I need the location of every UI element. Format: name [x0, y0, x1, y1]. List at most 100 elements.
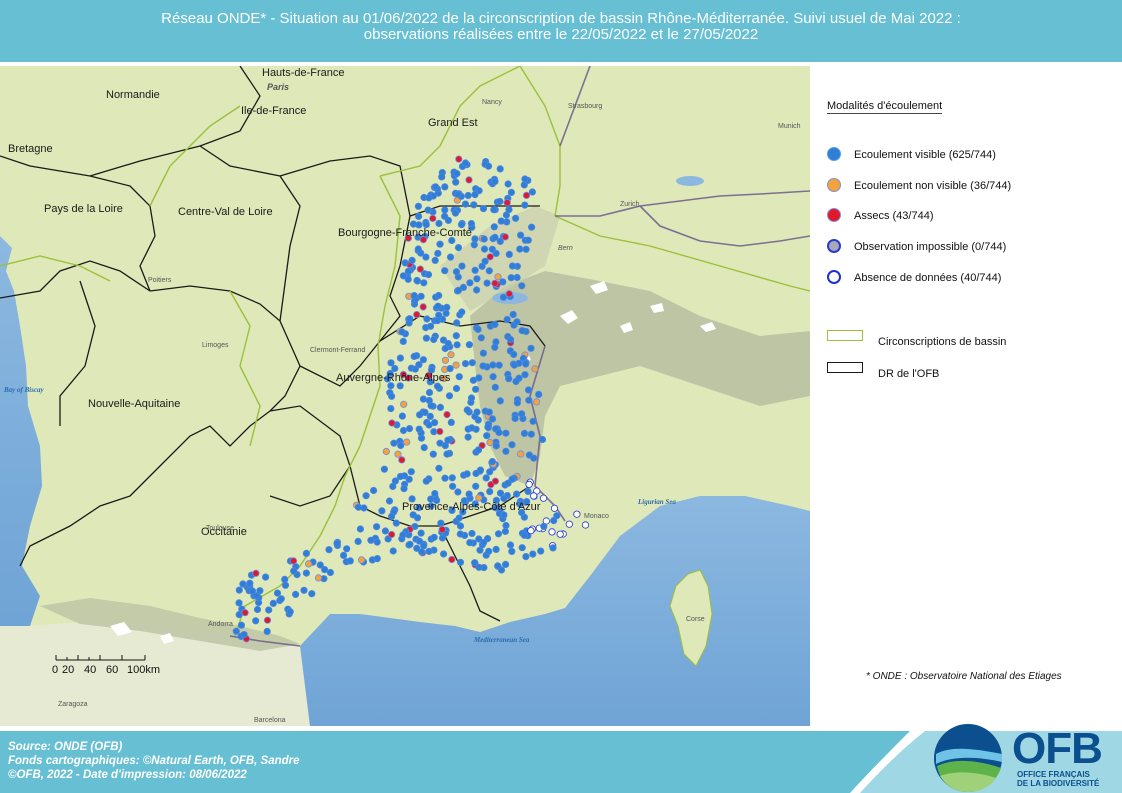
station-point [517, 410, 526, 418]
station-point [510, 361, 519, 369]
station-point [485, 267, 493, 275]
station-point [456, 530, 464, 538]
station-point [479, 349, 487, 357]
station-point [443, 450, 451, 458]
station-point [399, 426, 408, 435]
station-point [443, 303, 451, 311]
station-point [512, 377, 520, 386]
station-point [400, 400, 408, 408]
sea-label: Mediterranean Sea [473, 636, 530, 644]
station-point [454, 190, 462, 198]
station-point [494, 273, 502, 281]
map-canvas[interactable]: Hauts-de-France Normandie Ile-de-France … [0, 66, 810, 726]
station-point [441, 474, 449, 482]
station-point [477, 334, 485, 342]
station-point [436, 427, 444, 436]
station-point [290, 567, 298, 575]
station-point [503, 315, 511, 324]
station-point [510, 350, 518, 358]
station-point [524, 236, 532, 244]
station-point [373, 538, 381, 546]
station-point [362, 492, 370, 500]
region-label: Nouvelle-Aquitaine [88, 398, 180, 410]
station-point [430, 428, 438, 436]
station-point [429, 214, 437, 222]
station-point [448, 474, 456, 482]
station-point [367, 536, 375, 544]
station-point [471, 191, 479, 199]
station-point [516, 450, 525, 458]
station-point [494, 530, 503, 538]
station-point [522, 245, 530, 253]
grey-circle-icon [827, 239, 841, 253]
station-point [499, 278, 507, 286]
region-label: Bourgogne-Franche-Comté [338, 227, 472, 239]
station-point [490, 223, 498, 231]
station-point [434, 249, 442, 257]
station-point [413, 311, 421, 319]
station-point [403, 438, 411, 446]
station-point [380, 465, 388, 473]
station-point [429, 450, 437, 458]
station-point [286, 608, 294, 616]
station-point [501, 527, 509, 535]
station-point [513, 318, 521, 326]
region-label: Pays de la Loire [44, 203, 123, 215]
station-point [401, 259, 409, 267]
station-point [474, 325, 482, 333]
station-point [405, 475, 413, 483]
source-text: Source: ONDE (OFB) [8, 741, 123, 753]
city-label: Munich [778, 123, 801, 130]
station-point [471, 385, 480, 393]
corse-label: Corse [686, 616, 705, 623]
station-point [538, 435, 547, 444]
station-point [528, 188, 537, 196]
station-point [436, 403, 444, 411]
station-point [516, 245, 524, 253]
station-point [354, 503, 363, 511]
station-point [470, 201, 478, 209]
station-point [496, 165, 504, 173]
station-point [467, 220, 475, 228]
station-point [435, 291, 443, 300]
city-label: Paris [267, 82, 289, 92]
station-point [452, 178, 460, 186]
station-point [436, 240, 444, 248]
station-point [461, 200, 470, 208]
station-point [485, 408, 493, 416]
station-point [506, 335, 515, 344]
station-point [441, 356, 449, 364]
station-point [469, 376, 477, 384]
city-label: Poitiers [148, 277, 172, 284]
station-point [556, 530, 564, 538]
station-point [573, 510, 581, 518]
station-point [467, 394, 476, 402]
green-boundary-swatch [827, 330, 863, 341]
station-point [447, 351, 455, 359]
station-point [497, 217, 505, 225]
station-point [419, 395, 427, 403]
station-point [478, 262, 486, 270]
station-point [448, 482, 457, 490]
station-point [388, 419, 396, 427]
station-point [443, 410, 451, 419]
map-legend: Modalités d'écoulement Ecoulement visibl… [827, 100, 1062, 682]
station-point [489, 373, 497, 381]
city-label: Zurich [620, 201, 640, 208]
region-label: Normandie [106, 89, 160, 101]
station-point [252, 569, 260, 577]
station-point [522, 191, 531, 199]
station-point [490, 206, 498, 214]
station-point [446, 364, 454, 373]
station-point [422, 477, 430, 485]
station-point [240, 630, 248, 639]
station-point [491, 477, 499, 485]
station-point [502, 521, 510, 530]
station-point [505, 375, 513, 383]
station-point [378, 507, 386, 515]
station-point [520, 531, 529, 539]
station-point [508, 262, 517, 270]
station-point [495, 428, 503, 437]
station-point [396, 354, 404, 362]
station-point [427, 402, 435, 410]
